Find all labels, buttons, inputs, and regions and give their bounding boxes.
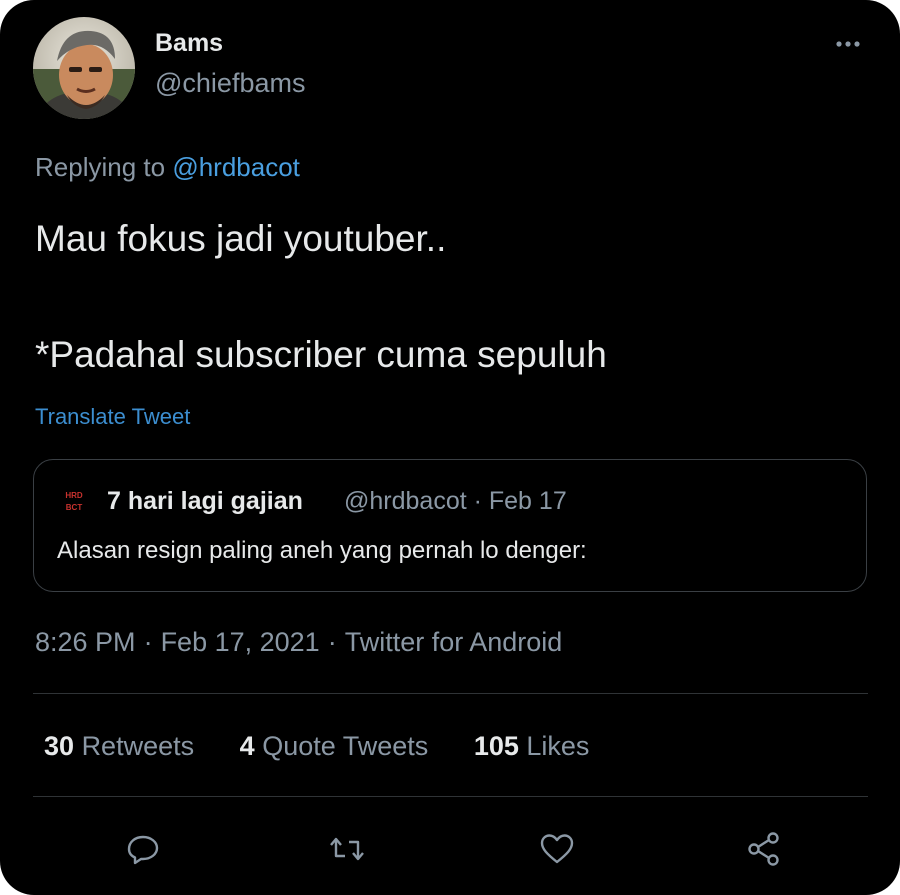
more-options-button[interactable] <box>826 28 870 60</box>
divider <box>33 693 868 694</box>
share-icon <box>748 832 779 866</box>
tweet-text-line: Mau fokus jadi youtuber.. <box>35 218 447 259</box>
svg-text:HRD: HRD <box>65 491 83 500</box>
separator-dot: · <box>143 627 153 657</box>
translate-tweet-link[interactable]: Translate Tweet <box>35 404 190 430</box>
replying-mention-link[interactable]: @hrdbacot <box>172 152 300 182</box>
quote-tweets-count: 4 <box>239 731 255 761</box>
avatar-image <box>33 17 135 119</box>
reply-button[interactable] <box>123 829 163 869</box>
tweet-time[interactable]: 8:26 PM <box>35 627 136 657</box>
quoted-author-name: 7 hari lagi gajian <box>107 487 303 515</box>
replying-prefix: Replying to <box>35 152 166 182</box>
quoted-tweet[interactable]: HRD BCT 7 hari lagi gajian @hrdbacot · F… <box>33 459 867 592</box>
likes-stat[interactable]: 105 Likes <box>474 731 590 762</box>
retweet-icon <box>330 837 364 861</box>
retweet-button[interactable] <box>327 829 367 869</box>
avatar[interactable] <box>33 17 135 119</box>
separator-dot: · <box>327 627 337 657</box>
quoted-account-logo: HRD BCT <box>64 488 84 516</box>
divider <box>33 796 868 797</box>
tweet-text-line: *Padahal subscriber cuma sepuluh <box>35 334 607 375</box>
quote-tweets-label: Quote Tweets <box>262 731 429 761</box>
tweet-card: Bams @chiefbams Replying to @hrdbacot Ma… <box>0 0 900 895</box>
tweet-timestamp: 8:26 PM · Feb 17, 2021 · Twitter for Android <box>35 627 562 658</box>
like-icon <box>540 834 574 864</box>
like-button[interactable] <box>537 829 577 869</box>
quoted-tweet-text: Alasan resign paling aneh yang pernah lo… <box>57 537 587 564</box>
share-button[interactable] <box>744 829 784 869</box>
svg-text:BCT: BCT <box>66 503 83 512</box>
author-handle[interactable]: @chiefbams <box>155 68 305 99</box>
engagement-stats: 30 Retweets 4 Quote Tweets 105 Likes <box>44 731 627 762</box>
retweets-label: Retweets <box>81 731 195 761</box>
likes-label: Likes <box>526 731 590 761</box>
more-icon <box>836 41 860 47</box>
tweet-source[interactable]: Twitter for Android <box>345 627 563 657</box>
quote-tweets-stat[interactable]: 4 Quote Tweets <box>240 731 429 762</box>
retweets-count: 30 <box>44 731 75 761</box>
quoted-author-meta: @hrdbacot · Feb 17 <box>344 487 567 515</box>
replying-to: Replying to @hrdbacot <box>35 152 300 183</box>
reply-icon <box>127 835 159 865</box>
retweets-stat[interactable]: 30 Retweets <box>44 731 194 762</box>
likes-count: 105 <box>473 731 519 761</box>
tweet-date[interactable]: Feb 17, 2021 <box>161 627 320 657</box>
author-display-name[interactable]: Bams <box>155 29 223 58</box>
